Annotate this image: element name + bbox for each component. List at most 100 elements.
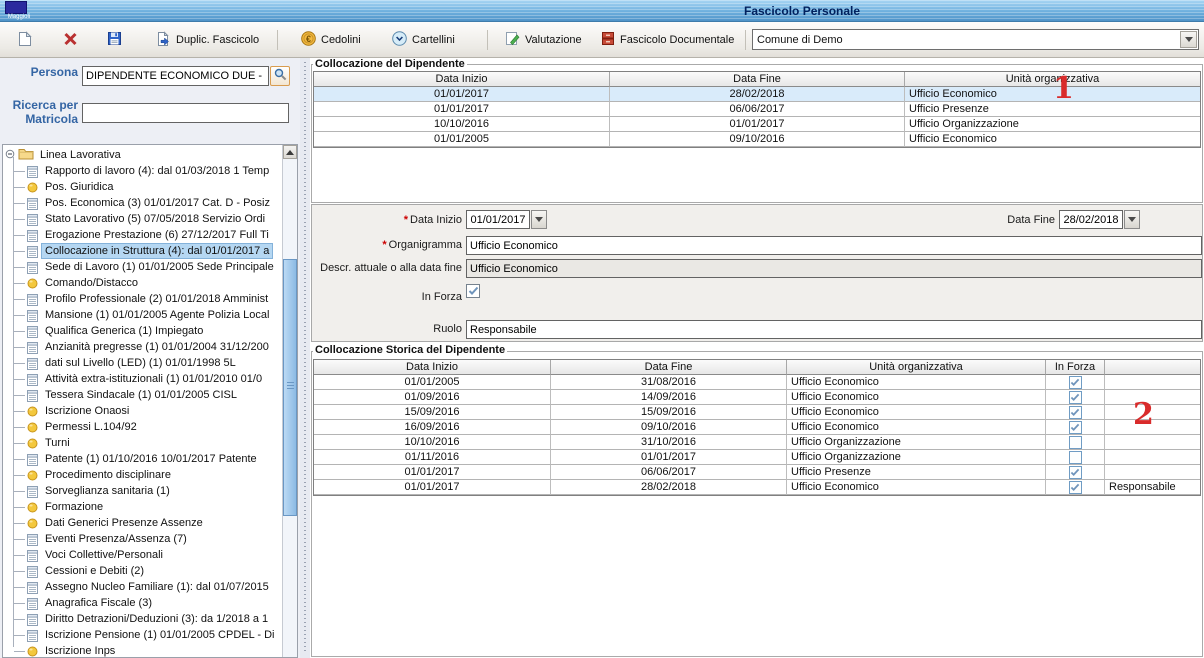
table-row[interactable]: 15/09/2016 15/09/2016 Ufficio Economico (314, 405, 1200, 420)
tree-item[interactable]: Turni (3, 435, 282, 451)
cell-data-inizio: 10/10/2016 (314, 117, 610, 132)
in-forza-row-checkbox[interactable] (1069, 466, 1082, 479)
column-header-data-inizio[interactable]: Data Inizio (314, 72, 610, 87)
column-header-in-forza[interactable]: In Forza (1046, 360, 1105, 375)
column-header-data-inizio[interactable]: Data Inizio (314, 360, 551, 375)
tree-item[interactable]: Profilo Professionale (2) 01/01/2018 Amm… (3, 291, 282, 307)
tree-item[interactable]: Formazione (3, 499, 282, 515)
data-inizio-input[interactable] (466, 210, 530, 229)
tree-item[interactable]: Anzianità pregresse (1) 01/01/2004 31/12… (3, 339, 282, 355)
ricerca-matricola-input[interactable] (82, 103, 289, 123)
cell-unita-organizzativa: Ufficio Organizzazione (905, 117, 1200, 132)
table-row[interactable]: 10/10/2016 31/10/2016 Ufficio Organizzaz… (314, 435, 1200, 450)
tree-scrollbar[interactable] (282, 145, 297, 657)
tree-item[interactable]: Diritto Detrazioni/Deduzioni (3): da 1/2… (3, 611, 282, 627)
column-header-empty[interactable] (1105, 360, 1200, 375)
table-row[interactable]: 01/11/2016 01/01/2017 Ufficio Organizzaz… (314, 450, 1200, 465)
tree-item[interactable]: Pos. Giuridica (3, 179, 282, 195)
table-row[interactable]: 10/10/2016 01/01/2017 Ufficio Organizzaz… (314, 117, 1200, 132)
expand-handle-icon[interactable] (5, 149, 15, 162)
tree-item[interactable]: Assegno Nucleo Familiare (1): dal 01/07/… (3, 579, 282, 595)
notepad-icon (27, 165, 38, 178)
organigramma-input[interactable] (466, 236, 1202, 255)
in-forza-row-checkbox[interactable] (1069, 391, 1082, 404)
table-row[interactable]: 01/09/2016 14/09/2016 Ufficio Economico (314, 390, 1200, 405)
ente-combobox[interactable]: Comune di Demo (752, 29, 1199, 50)
tree-item[interactable]: Sede di Lavoro (1) 01/01/2005 Sede Princ… (3, 259, 282, 275)
tree-item[interactable]: dati sul Livello (LED) (1) 01/01/1998 5L (3, 355, 282, 371)
yellow-dot-icon (27, 518, 38, 529)
table-row[interactable]: 01/01/2017 28/02/2018 Ufficio Economico … (314, 480, 1200, 495)
tree-item[interactable]: Dati Generici Presenze Assenze (3, 515, 282, 531)
tree-item[interactable]: Iscrizione Inps (3, 643, 282, 657)
in-forza-row-checkbox[interactable] (1069, 451, 1082, 464)
in-forza-row-checkbox[interactable] (1069, 376, 1082, 389)
yellow-dot-icon (27, 182, 38, 193)
maggioli-logo-icon: Maggioli (4, 1, 34, 21)
tree-item[interactable]: Permessi L.104/92 (3, 419, 282, 435)
persona-input[interactable] (82, 66, 269, 86)
tree-item[interactable]: Qualifica Generica (1) Impiegato (3, 323, 282, 339)
column-header-data-fine[interactable]: Data Fine (610, 72, 905, 87)
table-row[interactable]: 01/01/2005 09/10/2016 Ufficio Economico (314, 132, 1200, 147)
column-header-unita-organizzativa[interactable]: Unità organizzativa (787, 360, 1046, 375)
tree-item[interactable]: Patente (1) 01/10/2016 10/01/2017 Patent… (3, 451, 282, 467)
in-forza-row-checkbox[interactable] (1069, 436, 1082, 449)
valutazione-button[interactable]: Valutazione (498, 27, 589, 53)
data-inizio-dropdown-button[interactable] (531, 210, 547, 229)
check-icon (1070, 378, 1080, 387)
tree-item[interactable]: Voci Collettive/Personali (3, 547, 282, 563)
ruolo-input[interactable] (466, 320, 1202, 339)
tree-item[interactable]: Stato Lavorativo (5) 07/05/2018 Servizio… (3, 211, 282, 227)
tree-item[interactable]: Collocazione in Struttura (4): dal 01/01… (3, 243, 282, 259)
cartellini-button[interactable]: Cartellini (385, 27, 462, 53)
tree-item[interactable]: Iscrizione Onaosi (3, 403, 282, 419)
in-forza-label: In Forza (310, 291, 462, 303)
cedolini-button[interactable]: € Cedolini (294, 27, 368, 53)
panel-splitter[interactable] (300, 58, 310, 658)
tree-item-label: Procedimento disciplinare (42, 468, 174, 482)
save-floppy-icon (107, 31, 122, 49)
column-header-data-fine[interactable]: Data Fine (551, 360, 787, 375)
scrollbar-up-button[interactable] (283, 145, 297, 159)
data-fine-dropdown-button[interactable] (1124, 210, 1140, 229)
tree-item[interactable]: Sorveglianza sanitaria (1) (3, 483, 282, 499)
tree-item[interactable]: Erogazione Prestazione (6) 27/12/2017 Fu… (3, 227, 282, 243)
left-panel: Persona Ricerca per Matricola Lin (0, 58, 300, 658)
tree-item-label: Profilo Professionale (2) 01/01/2018 Amm… (42, 292, 271, 306)
notepad-icon (27, 613, 38, 626)
document-pencil-icon (505, 31, 520, 49)
tree-item[interactable]: Cessioni e Debiti (2) (3, 563, 282, 579)
tree-item[interactable]: Procedimento disciplinare (3, 467, 282, 483)
in-forza-row-checkbox[interactable] (1069, 421, 1082, 434)
tree-item[interactable]: Eventi Presenza/Assenza (7) (3, 531, 282, 547)
in-forza-row-checkbox[interactable] (1069, 481, 1082, 494)
new-button[interactable] (10, 27, 39, 53)
tree-item[interactable]: Attività extra-istituzionali (1) 01/01/2… (3, 371, 282, 387)
tree-item[interactable]: Iscrizione Pensione (1) 01/01/2005 CPDEL… (3, 627, 282, 643)
tree-item[interactable]: Anagrafica Fiscale (3) (3, 595, 282, 611)
table-row[interactable]: 01/01/2017 06/06/2017 Ufficio Presenze (314, 465, 1200, 480)
fascicolo-documentale-button[interactable]: Fascicolo Documentale (594, 27, 741, 53)
descr-attuale-label: Descr. attuale o alla data fine (310, 262, 462, 274)
tree-item[interactable]: Mansione (1) 01/01/2005 Agente Polizia L… (3, 307, 282, 323)
tree-item-label: Voci Collettive/Personali (42, 548, 166, 562)
in-forza-checkbox[interactable] (466, 284, 480, 298)
delete-button[interactable] (56, 27, 85, 53)
persona-search-button[interactable] (270, 66, 290, 86)
save-button[interactable] (100, 27, 129, 53)
combobox-dropdown-button[interactable] (1180, 31, 1197, 48)
duplica-fascicolo-button[interactable]: Duplic. Fascicolo (148, 27, 266, 53)
scrollbar-thumb[interactable] (283, 259, 297, 516)
tree-item[interactable]: Pos. Economica (3) 01/01/2017 Cat. D - P… (3, 195, 282, 211)
tree-root-linea-lavorativa[interactable]: Linea Lavorativa (3, 147, 282, 163)
tree-item[interactable]: Rapporto di lavoro (4): dal 01/03/2018 1… (3, 163, 282, 179)
tree-item-label: Tessera Sindacale (1) 01/01/2005 CISL (42, 388, 240, 402)
tree-item[interactable]: Comando/Distacco (3, 275, 282, 291)
tree-item[interactable]: Tessera Sindacale (1) 01/01/2005 CISL (3, 387, 282, 403)
table-row[interactable]: 01/01/2005 31/08/2016 Ufficio Economico (314, 375, 1200, 390)
data-fine-input[interactable] (1059, 210, 1123, 229)
in-forza-row-checkbox[interactable] (1069, 406, 1082, 419)
table-row[interactable]: 16/09/2016 09/10/2016 Ufficio Economico (314, 420, 1200, 435)
organigramma-label: *Organigramma (310, 239, 462, 251)
